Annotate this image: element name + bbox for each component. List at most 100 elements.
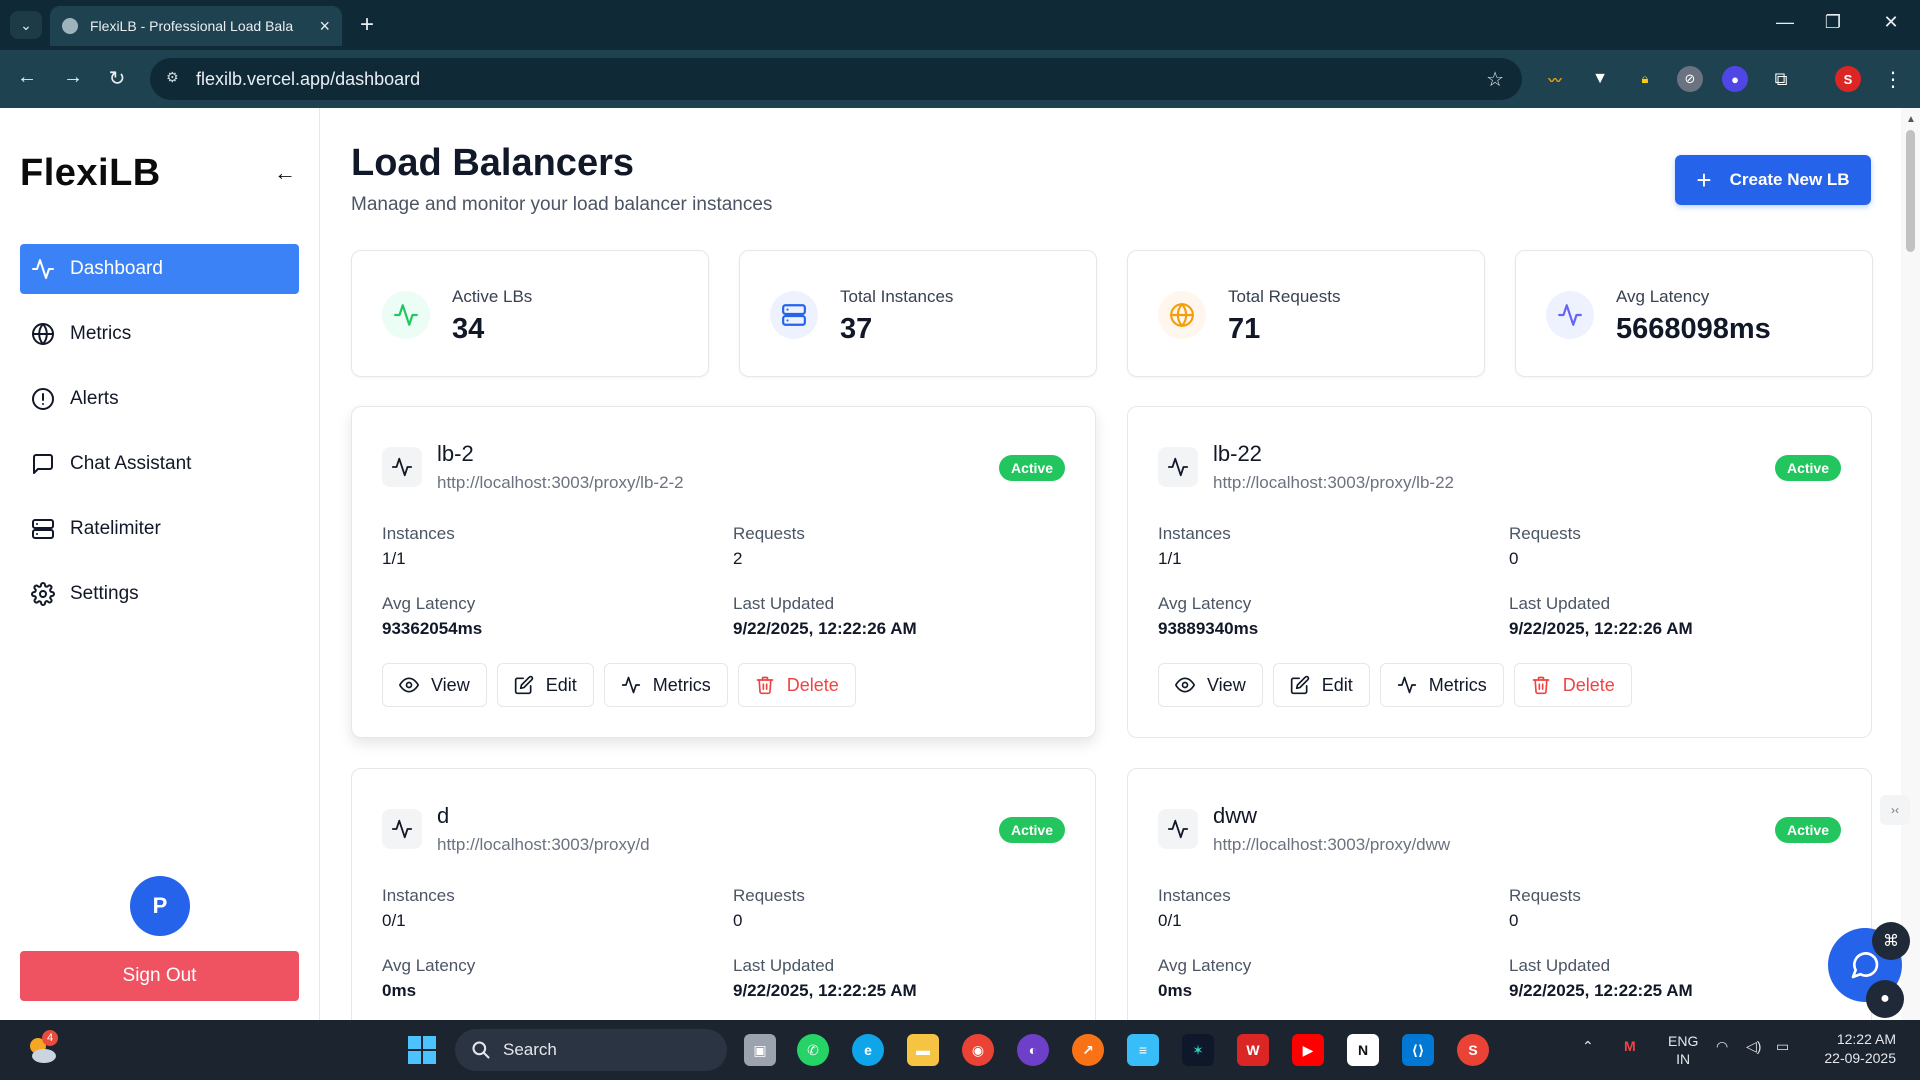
notion-icon[interactable]: N — [1347, 1034, 1379, 1066]
assistant-bot-icon[interactable]: ● — [1866, 980, 1904, 1018]
sidebar-item-alerts[interactable]: Alerts — [20, 374, 299, 424]
activity-icon — [30, 256, 56, 282]
activity-icon — [1546, 291, 1594, 339]
extensions-puzzle-icon[interactable]: ⧉ — [1768, 66, 1794, 92]
sidebar-item-chat-assistant[interactable]: Chat Assistant — [20, 439, 299, 489]
avg-latency-value: 0ms — [1158, 981, 1193, 1000]
extension-signature-icon[interactable]: 〰 — [1542, 66, 1568, 92]
activity-icon — [382, 809, 422, 849]
metrics-button[interactable]: Metrics — [603, 663, 728, 707]
language-indicator[interactable]: ENG IN — [1668, 1032, 1698, 1068]
requests-label: Requests — [733, 524, 805, 543]
sidebar-item-metrics[interactable]: Metrics — [20, 309, 299, 359]
github-icon[interactable]: ◐ — [1017, 1034, 1049, 1066]
system-clock[interactable]: 12:22 AM 22-09-2025 — [1812, 1030, 1896, 1068]
chrome-profile-icon[interactable]: S — [1457, 1034, 1489, 1066]
last-updated-value: 9/22/2025, 12:22:25 AM — [733, 981, 917, 1000]
new-tab-icon[interactable]: + — [352, 10, 382, 40]
view-button[interactable]: View — [382, 663, 487, 707]
tray-overflow-icon[interactable]: ⌃ — [1582, 1038, 1594, 1055]
avg-latency-value: 93362054ms — [382, 619, 483, 638]
collapse-sidebar-icon[interactable]: ← — [274, 160, 296, 186]
region-label: IN — [1676, 1051, 1691, 1067]
taskbar-search[interactable]: Search — [455, 1029, 727, 1071]
last-updated-value: 9/22/2025, 12:22:26 AM — [733, 619, 917, 638]
edit-button[interactable]: Edit — [1272, 663, 1370, 707]
delete-button[interactable]: Delete — [1513, 663, 1632, 707]
browser-menu-icon[interactable]: ⋮ — [1880, 66, 1906, 92]
battery-icon[interactable]: ▭ — [1776, 1038, 1789, 1055]
view-button[interactable]: View — [1158, 663, 1263, 707]
window-close-icon[interactable]: ✕ — [1876, 12, 1906, 33]
delete-label: Delete — [786, 674, 839, 695]
metrics-label: Metrics — [652, 674, 711, 695]
delete-button[interactable]: Delete — [737, 663, 856, 707]
scroll-thumb[interactable] — [1906, 130, 1915, 252]
lb-url: http://localhost:3003/proxy/lb-22 — [1213, 473, 1454, 492]
avg-latency-label: Avg Latency — [382, 594, 476, 613]
tab-close-icon[interactable]: × — [319, 16, 330, 37]
lb-name: d — [437, 803, 450, 828]
lb-card: dww http://localhost:3003/proxy/dww Acti… — [1127, 768, 1872, 1020]
avatar[interactable]: P — [130, 876, 190, 936]
wifi-icon[interactable]: ◠ — [1716, 1038, 1728, 1055]
sign-out-button[interactable]: Sign Out — [20, 951, 299, 1001]
stat-label: Active LBs — [452, 287, 533, 306]
apps-grid-icon[interactable]: ⌘ — [1872, 922, 1910, 960]
page-scrollbar[interactable]: ▲ — [1901, 108, 1920, 1020]
requests-label: Requests — [1509, 524, 1581, 543]
edge-icon[interactable]: e — [852, 1034, 884, 1066]
tab-search-menu-icon[interactable]: ⌄ — [10, 11, 42, 39]
edit-button[interactable]: Edit — [496, 663, 594, 707]
extension-lock-icon[interactable]: 🔒︎ — [1632, 66, 1658, 92]
server-icon — [770, 291, 818, 339]
eye-icon — [399, 675, 419, 695]
sidebar-item-ratelimiter[interactable]: Ratelimiter — [20, 504, 299, 554]
forward-icon[interactable]: → — [58, 66, 88, 89]
create-new-lb-button[interactable]: + Create New LB — [1675, 155, 1871, 205]
bookmark-star-icon[interactable]: ☆ — [1486, 67, 1504, 92]
sidebar-item-dashboard[interactable]: Dashboard — [20, 244, 299, 294]
game-icon[interactable]: ✶ — [1182, 1034, 1214, 1066]
whatsapp-icon[interactable]: ✆ — [797, 1034, 829, 1066]
requests-label: Requests — [733, 886, 805, 905]
postman-icon[interactable]: ↗ — [1072, 1034, 1104, 1066]
vscode-icon[interactable]: ⟨⟩ — [1402, 1034, 1434, 1066]
stat-label: Total Requests — [1228, 287, 1341, 306]
stat-card-total-instances: Total Instances 37 — [739, 250, 1097, 377]
file-explorer-icon[interactable]: ▬ — [907, 1034, 939, 1066]
status-badge: Active — [1774, 817, 1841, 843]
lb-name: dww — [1213, 803, 1258, 828]
sidebar-item-settings[interactable]: Settings — [20, 569, 299, 619]
sidebar-item-label: Settings — [70, 583, 139, 604]
instances-label: Instances — [382, 524, 455, 543]
minimize-icon[interactable]: — — [1770, 12, 1800, 33]
site-info-icon[interactable]: ⚙ — [166, 69, 186, 89]
requests-value: 0 — [1509, 549, 1519, 568]
task-view-icon[interactable]: ▣ — [744, 1034, 776, 1066]
volume-icon[interactable]: ◁) — [1746, 1038, 1761, 1055]
lb-card: lb-2 http://localhost:3003/proxy/lb-2-2 … — [351, 406, 1096, 738]
extension-disc-icon[interactable]: ⊘ — [1677, 66, 1703, 92]
wps-office-icon[interactable]: W — [1237, 1034, 1269, 1066]
windows-start-icon[interactable] — [408, 1036, 436, 1069]
alert-circle-icon — [30, 386, 56, 412]
back-icon[interactable]: ← — [12, 66, 42, 89]
reload-icon[interactable]: ↻ — [102, 66, 132, 91]
notepad-icon[interactable]: ≡ — [1127, 1034, 1159, 1066]
profile-avatar[interactable]: S — [1835, 66, 1861, 92]
address-bar[interactable]: ⚙ flexilb.vercel.app/dashboard ☆ — [150, 58, 1522, 100]
extension-vee-icon[interactable]: ▼ — [1587, 66, 1613, 92]
side-panel-toggle-icon[interactable]: ›‹ — [1880, 795, 1910, 825]
chrome-icon[interactable]: ◉ — [962, 1034, 994, 1066]
restore-icon[interactable]: ❐ — [1818, 12, 1848, 33]
youtube-icon[interactable]: ▶ — [1292, 1034, 1324, 1066]
avg-latency-value: 93889340ms — [1158, 619, 1259, 638]
browser-tab[interactable]: FlexiLB - Professional Load Bala × — [50, 6, 342, 46]
search-icon — [471, 1040, 491, 1060]
tray-app-icon[interactable]: M — [1624, 1038, 1636, 1054]
stat-label: Total Instances — [840, 287, 954, 306]
scroll-up-icon[interactable]: ▲ — [1906, 114, 1916, 125]
metrics-button[interactable]: Metrics — [1379, 663, 1504, 707]
extension-ghost-icon[interactable]: ● — [1722, 66, 1748, 92]
